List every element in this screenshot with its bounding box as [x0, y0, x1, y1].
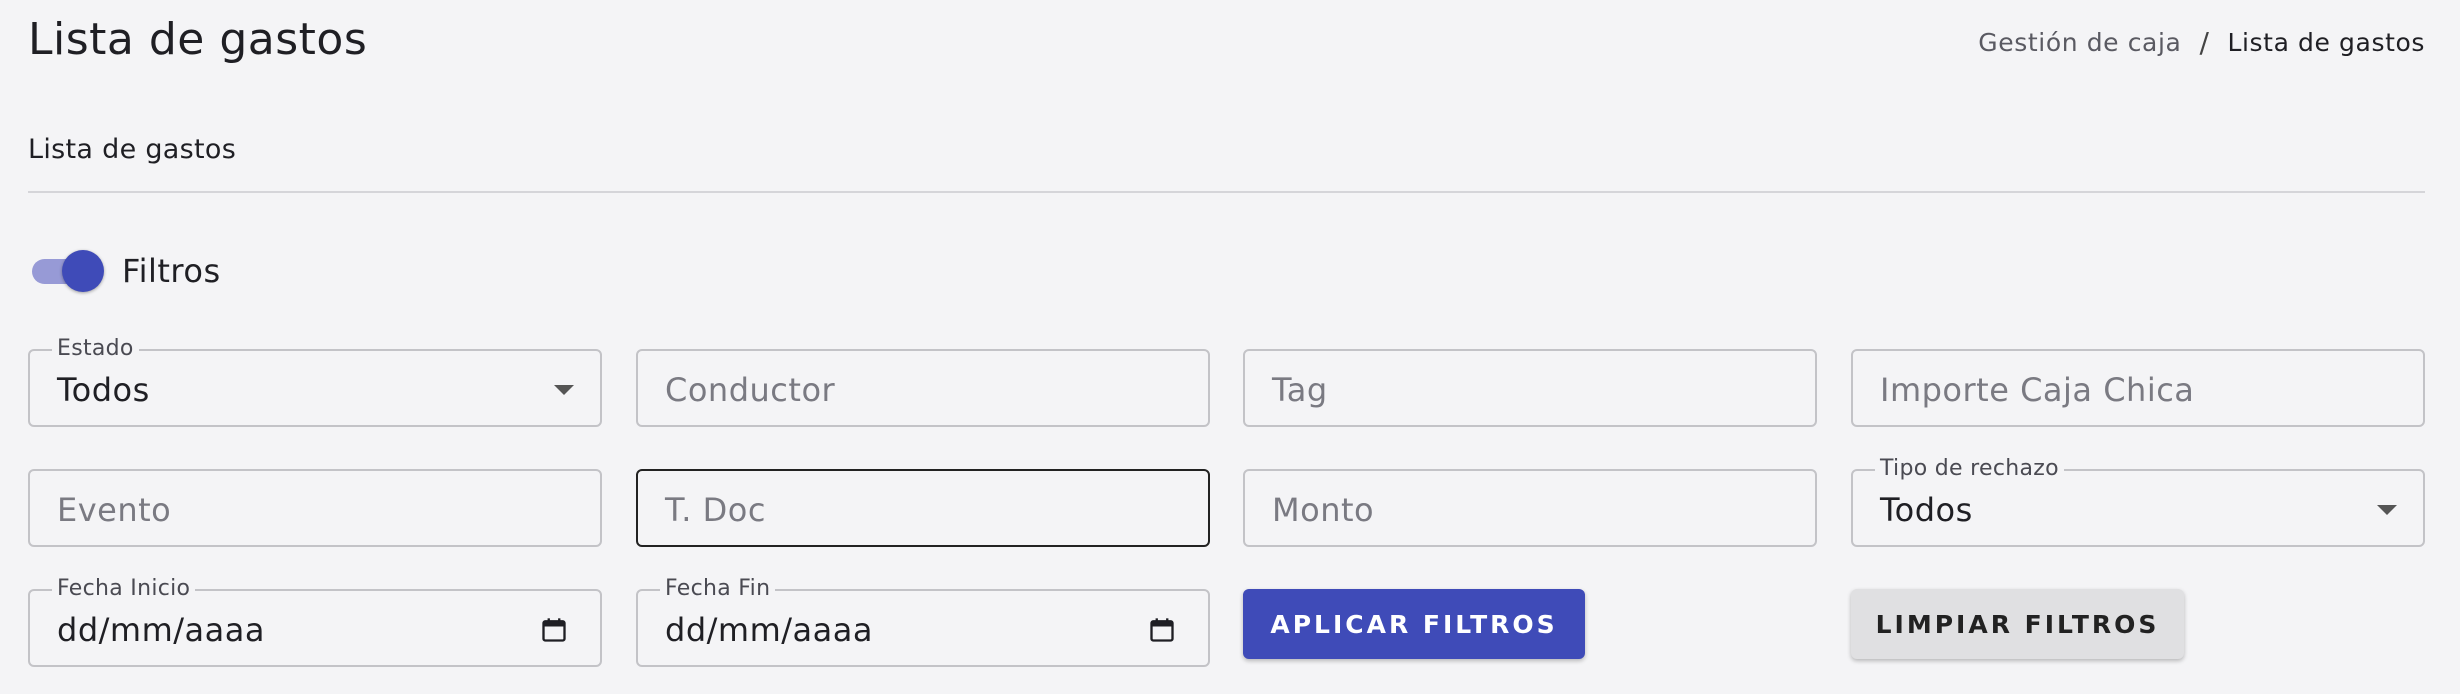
breadcrumb: Gestión de caja / Lista de gastos: [1978, 26, 2425, 59]
importe-caja-chica-placeholder: Importe Caja Chica: [1880, 371, 2195, 409]
breadcrumb-separator: /: [2199, 26, 2210, 59]
tipo-rechazo-label: Tipo de rechazo: [1875, 457, 2064, 481]
fecha-inicio-value: dd/mm/aaaa: [57, 611, 265, 649]
evento-placeholder: Evento: [57, 491, 172, 529]
apply-filters-button[interactable]: APLICAR FILTROS: [1243, 589, 1585, 659]
t-doc-input[interactable]: T. Doc: [636, 469, 1210, 547]
filters-toggle-label: Filtros: [122, 252, 221, 290]
monto-placeholder: Monto: [1272, 491, 1375, 529]
fecha-fin-input[interactable]: Fecha Fin dd/mm/aaaa: [636, 577, 1210, 667]
tag-input[interactable]: Tag: [1243, 349, 1817, 427]
tipo-rechazo-select[interactable]: Tipo de rechazo Todos: [1851, 457, 2425, 547]
t-doc-placeholder: T. Doc: [665, 491, 766, 529]
breadcrumb-link-gestion[interactable]: Gestión de caja: [1978, 28, 2181, 57]
breadcrumb-current: Lista de gastos: [2227, 28, 2425, 57]
estado-select[interactable]: Estado Todos: [28, 337, 602, 427]
tag-placeholder: Tag: [1272, 371, 1328, 409]
section-title: Lista de gastos: [28, 134, 237, 165]
calendar-icon[interactable]: [540, 616, 568, 644]
conductor-input[interactable]: Conductor: [636, 349, 1210, 427]
chevron-down-icon: [2377, 505, 2397, 515]
section-divider: [28, 191, 2425, 193]
fecha-inicio-label: Fecha Inicio: [52, 577, 196, 601]
chevron-down-icon: [554, 385, 574, 395]
monto-input[interactable]: Monto: [1243, 469, 1817, 547]
calendar-icon[interactable]: [1148, 616, 1176, 644]
estado-label: Estado: [52, 337, 139, 361]
fecha-inicio-input[interactable]: Fecha Inicio dd/mm/aaaa: [28, 577, 602, 667]
page-title: Lista de gastos: [28, 14, 368, 65]
importe-caja-chica-input[interactable]: Importe Caja Chica: [1851, 349, 2425, 427]
toggle-thumb: [62, 250, 104, 292]
tipo-rechazo-value: Todos: [1880, 491, 1973, 529]
evento-input[interactable]: Evento: [28, 469, 602, 547]
conductor-placeholder: Conductor: [665, 371, 836, 409]
fecha-fin-value: dd/mm/aaaa: [665, 611, 873, 649]
filters-toggle[interactable]: [28, 250, 106, 292]
fecha-fin-label: Fecha Fin: [660, 577, 776, 601]
clear-filters-button[interactable]: LIMPIAR FILTROS: [1851, 589, 2184, 659]
estado-value: Todos: [57, 371, 150, 409]
